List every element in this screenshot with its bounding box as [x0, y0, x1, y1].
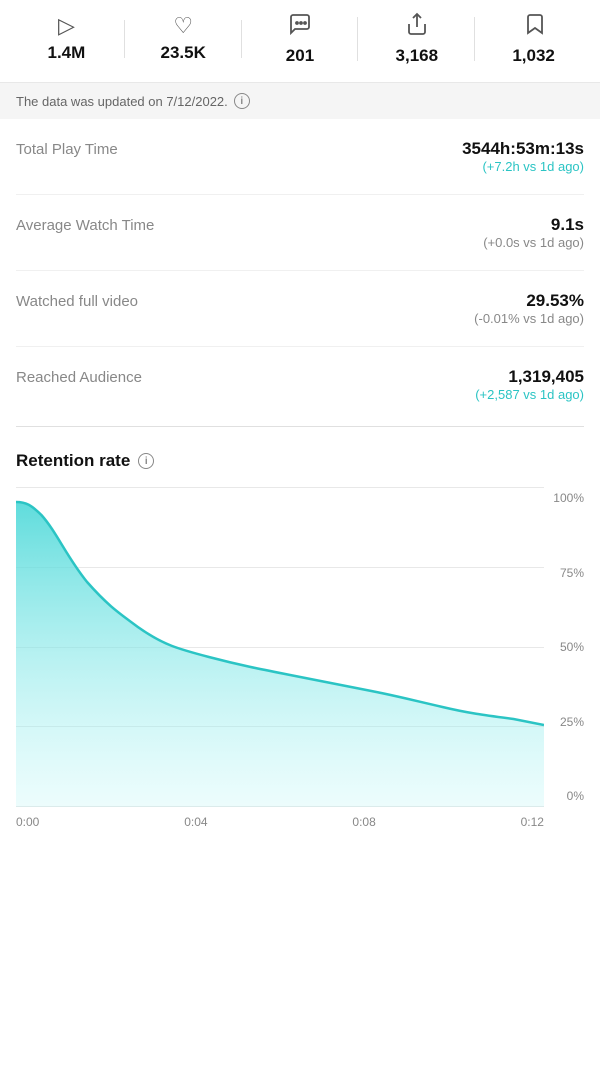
x-label-8: 0:08: [352, 815, 375, 829]
metric-label-total-play-time: Total Play Time: [16, 139, 118, 158]
update-banner: The data was updated on 7/12/2022. i: [0, 83, 600, 119]
stat-shares: 3,168: [358, 12, 475, 66]
stat-saves: 1,032: [475, 12, 592, 66]
retention-section: Retention rate i: [0, 431, 600, 849]
metric-change-reached-audience: (+2,587 vs 1d ago): [475, 387, 584, 402]
comments-icon: [288, 12, 312, 40]
shares-icon: [405, 12, 429, 40]
stats-row: ▷ 1.4M ♡ 23.5K 201 3,168: [0, 0, 600, 83]
retention-chart-svg: [16, 487, 544, 807]
metric-watched-full-video: Watched full video 29.53% (-0.01% vs 1d …: [16, 271, 584, 347]
saves-icon: [523, 12, 545, 40]
stat-likes: ♡ 23.5K: [125, 15, 242, 63]
chart-y-labels: 100% 75% 50% 25% 0%: [553, 487, 584, 807]
metrics-list: Total Play Time 3544h:53m:13s (+7.2h vs …: [0, 119, 600, 422]
plays-value: 1.4M: [48, 43, 86, 63]
retention-title-row: Retention rate i: [16, 451, 584, 471]
chart-fill: [16, 502, 544, 807]
metric-change-watched-full-video: (-0.01% vs 1d ago): [474, 311, 584, 326]
shares-value: 3,168: [396, 46, 439, 66]
metric-main-watched-full-video: 29.53%: [474, 291, 584, 311]
chart-svg-wrapper: [16, 487, 544, 807]
metric-avg-watch-time: Average Watch Time 9.1s (+0.0s vs 1d ago…: [16, 195, 584, 271]
retention-title: Retention rate: [16, 451, 130, 471]
update-banner-text: The data was updated on 7/12/2022.: [16, 94, 228, 109]
y-label-0: 0%: [553, 789, 584, 803]
plays-icon: ▷: [58, 15, 75, 37]
likes-value: 23.5K: [161, 43, 206, 63]
saves-value: 1,032: [512, 46, 555, 66]
metric-label-reached-audience: Reached Audience: [16, 367, 142, 386]
metric-value-block-watched-full-video: 29.53% (-0.01% vs 1d ago): [474, 291, 584, 326]
metric-value-block-avg-watch-time: 9.1s (+0.0s vs 1d ago): [483, 215, 584, 250]
retention-info-icon[interactable]: i: [138, 453, 154, 469]
info-icon[interactable]: i: [234, 93, 250, 109]
x-label-12: 0:12: [521, 815, 544, 829]
x-label-0: 0:00: [16, 815, 39, 829]
metric-main-avg-watch-time: 9.1s: [483, 215, 584, 235]
chart-area: 100% 75% 50% 25% 0%: [16, 487, 584, 807]
metric-reached-audience: Reached Audience 1,319,405 (+2,587 vs 1d…: [16, 347, 584, 422]
stat-plays: ▷ 1.4M: [8, 15, 125, 63]
likes-icon: ♡: [173, 15, 193, 37]
metric-label-avg-watch-time: Average Watch Time: [16, 215, 154, 234]
metric-label-watched-full-video: Watched full video: [16, 291, 138, 310]
y-label-100: 100%: [553, 491, 584, 505]
metric-main-total-play-time: 3544h:53m:13s: [462, 139, 584, 159]
metric-total-play-time: Total Play Time 3544h:53m:13s (+7.2h vs …: [16, 119, 584, 195]
metric-main-reached-audience: 1,319,405: [475, 367, 584, 387]
metric-change-total-play-time: (+7.2h vs 1d ago): [462, 159, 584, 174]
y-label-25: 25%: [553, 715, 584, 729]
chart-x-labels: 0:00 0:04 0:08 0:12: [16, 807, 584, 829]
x-label-4: 0:04: [184, 815, 207, 829]
comments-value: 201: [286, 46, 314, 66]
section-divider: [16, 426, 584, 427]
metric-value-block-reached-audience: 1,319,405 (+2,587 vs 1d ago): [475, 367, 584, 402]
metric-change-avg-watch-time: (+0.0s vs 1d ago): [483, 235, 584, 250]
chart-container: 100% 75% 50% 25% 0% 0:00 0:04 0:08 0:12: [16, 487, 584, 839]
metric-value-block-total-play-time: 3544h:53m:13s (+7.2h vs 1d ago): [462, 139, 584, 174]
y-label-50: 50%: [553, 640, 584, 654]
stat-comments: 201: [242, 12, 359, 66]
y-label-75: 75%: [553, 566, 584, 580]
